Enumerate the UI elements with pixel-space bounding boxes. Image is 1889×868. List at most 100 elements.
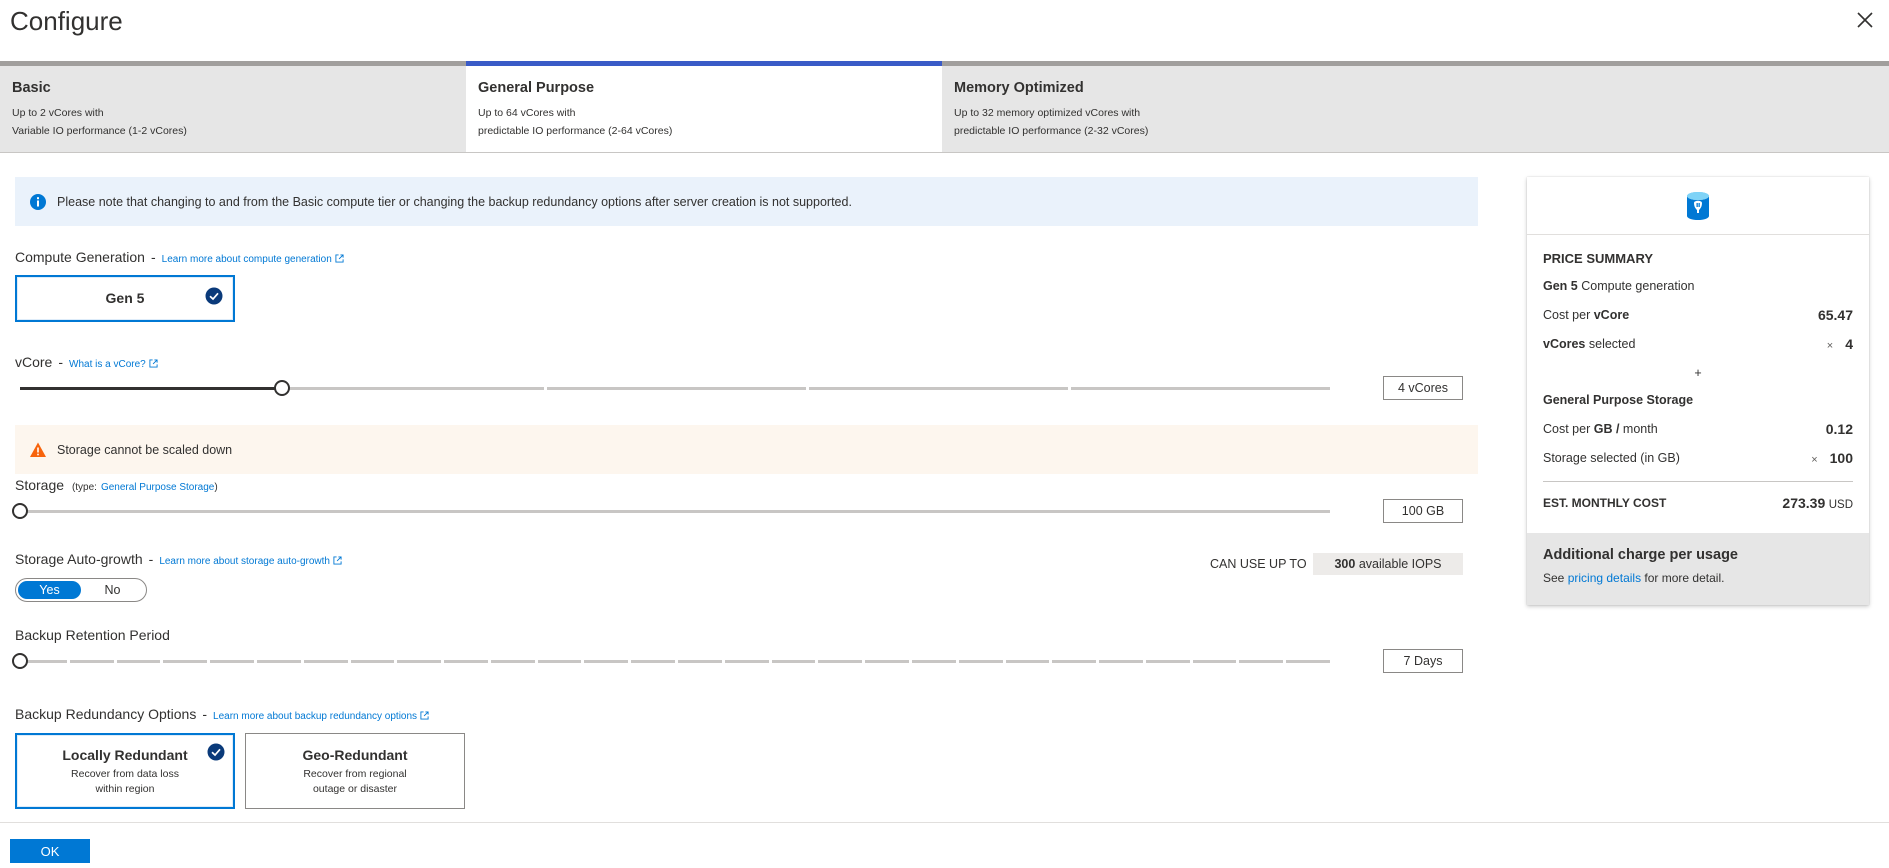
cost-gb-text2: month [1622, 422, 1658, 436]
tab-memory-optimized[interactable]: Memory Optimized Up to 32 memory optimiz… [942, 61, 1889, 153]
locally-redundant-desc: within region [95, 783, 155, 795]
iops-unit: available IOPS [1358, 557, 1442, 571]
external-link-icon [335, 254, 344, 263]
summary-gen-text: Compute generation [1581, 279, 1695, 293]
external-link-icon [420, 711, 429, 720]
vcore-label: vCore [15, 354, 53, 370]
summary-divider [1543, 481, 1853, 482]
slider-tick [347, 660, 351, 663]
tab-description: Up to 64 vCores with [478, 107, 576, 119]
vcores-value: 4 [1845, 336, 1853, 352]
vcore-value-box[interactable]: 4 vCores [1383, 376, 1463, 400]
vcores-text: selected [1588, 337, 1636, 351]
slider-tick [581, 660, 585, 663]
iops-box: 300 available IOPS [1313, 553, 1463, 575]
additional-charge-pre: See [1543, 571, 1565, 585]
tab-basic[interactable]: Basic Up to 2 vCores with Variable IO pe… [0, 61, 466, 153]
autogrowth-yes[interactable]: Yes [18, 581, 81, 599]
est-label: EST. MONTHLY COST [1543, 496, 1667, 510]
compute-generation-section: Compute Generation - Learn more about comp… [15, 249, 344, 265]
summary-gen-bold: Gen 5 [1543, 279, 1578, 293]
slider-tick [394, 660, 398, 663]
slider-tick [207, 660, 211, 663]
summary-cost-gb-row: Cost per GB / month 0.12 [1543, 421, 1853, 437]
backup-retention-section: Backup Retention Period [15, 627, 170, 643]
vcore-slider-fill [20, 387, 282, 390]
external-link-icon [149, 359, 158, 368]
storage-slider-thumb[interactable] [12, 503, 28, 519]
slider-tick [544, 387, 547, 390]
pricing-details-link[interactable]: pricing details [1568, 571, 1641, 585]
info-banner: Please note that changing to and from th… [15, 177, 1478, 226]
vcore-slider-thumb[interactable] [274, 380, 290, 396]
separator: - [150, 249, 156, 265]
vcore-help-link[interactable]: What is a vCore? [69, 359, 146, 370]
slider-tick [815, 660, 819, 663]
slider-tick [721, 660, 725, 663]
slider-tick [1049, 660, 1053, 663]
slider-tick [955, 660, 959, 663]
compute-generation-link[interactable]: Learn more about compute generation [162, 254, 332, 265]
slider-tick [675, 660, 678, 663]
redundancy-label: Backup Redundancy Options [15, 706, 197, 722]
slider-tick [300, 660, 304, 663]
summary-storage-row: Storage selected (in GB) × 100 [1543, 450, 1853, 466]
backup-retention-slider-track[interactable] [20, 660, 1330, 663]
tab-description: predictable IO performance (2-64 vCores) [478, 125, 673, 137]
locally-redundant-card[interactable]: Locally Redundant Recover from data loss… [15, 733, 235, 809]
slider-tick [534, 660, 538, 663]
postgresql-database-icon [1687, 191, 1709, 220]
slider-tick [113, 660, 117, 663]
slider-tick [1236, 660, 1240, 663]
vcore-slider-track[interactable] [20, 387, 1330, 390]
plus-sign: + [1694, 366, 1702, 380]
storage-selected-value: 100 [1829, 450, 1853, 466]
geo-redundant-title: Geo-Redundant [302, 747, 408, 763]
storage-slider-track[interactable] [20, 510, 1330, 513]
storage-value-box[interactable]: 100 GB [1383, 499, 1463, 523]
separator: - [58, 354, 64, 370]
cost-vcore-value: 65.47 [1817, 307, 1853, 323]
close-icon[interactable] [1855, 10, 1875, 30]
multiply-icon: × [1826, 340, 1834, 352]
separator: - [202, 706, 208, 722]
gen5-option-label: Gen 5 [105, 290, 145, 306]
checkmark-icon [207, 743, 225, 761]
backup-retention-label: Backup Retention Period [15, 627, 170, 643]
autogrowth-no[interactable]: No [81, 581, 144, 599]
tabs-divider [0, 152, 1889, 153]
autogrowth-toggle[interactable]: Yes No [15, 578, 147, 602]
slider-tick [806, 387, 809, 390]
cost-vcore-bold: vCore [1593, 308, 1630, 322]
est-unit: USD [1828, 499, 1853, 511]
footer-divider [0, 822, 1889, 823]
info-banner-text: Please note that changing to and from th… [57, 194, 852, 209]
tab-title: General Purpose [478, 80, 595, 96]
gen5-option-card[interactable]: Gen 5 [15, 275, 235, 322]
summary-cost-vcore-row: Cost per vCore 65.47 [1543, 307, 1853, 323]
storage-title: General Purpose Storage [1543, 393, 1694, 407]
slider-tick [768, 660, 772, 663]
autogrowth-link[interactable]: Learn more about storage auto-growth [159, 556, 330, 567]
warning-icon [30, 442, 46, 457]
info-icon [30, 193, 46, 210]
summary-icon-area [1527, 177, 1869, 235]
tab-description: Up to 2 vCores with [12, 107, 104, 119]
redundancy-section: Backup Redundancy Options - Learn more abo… [15, 706, 429, 722]
iops-label: CAN USE UP TO [1210, 557, 1307, 571]
cost-gb-value: 0.12 [1825, 421, 1853, 437]
backup-retention-value-box[interactable]: 7 Days [1383, 649, 1463, 673]
geo-redundant-card[interactable]: Geo-Redundant Recover from regional outa… [245, 733, 465, 809]
geo-redundant-desc: outage or disaster [312, 783, 398, 795]
storage-type-link[interactable]: General Purpose Storage [101, 482, 214, 493]
cost-gb-bold: GB / [1593, 422, 1620, 436]
redundancy-link[interactable]: Learn more about backup redundancy optio… [213, 711, 417, 722]
tab-general-purpose[interactable]: General Purpose Up to 64 vCores with pre… [466, 61, 942, 153]
slider-tick [160, 660, 164, 663]
slider-tick [253, 660, 257, 663]
backup-retention-slider-thumb[interactable] [12, 653, 28, 669]
ok-button[interactable]: OK [10, 839, 90, 863]
slider-tick [441, 660, 445, 663]
additional-charge-title: Additional charge per usage [1543, 547, 1738, 563]
price-summary-card: PRICE SUMMARY Gen 5 Compute generation C… [1527, 177, 1869, 605]
